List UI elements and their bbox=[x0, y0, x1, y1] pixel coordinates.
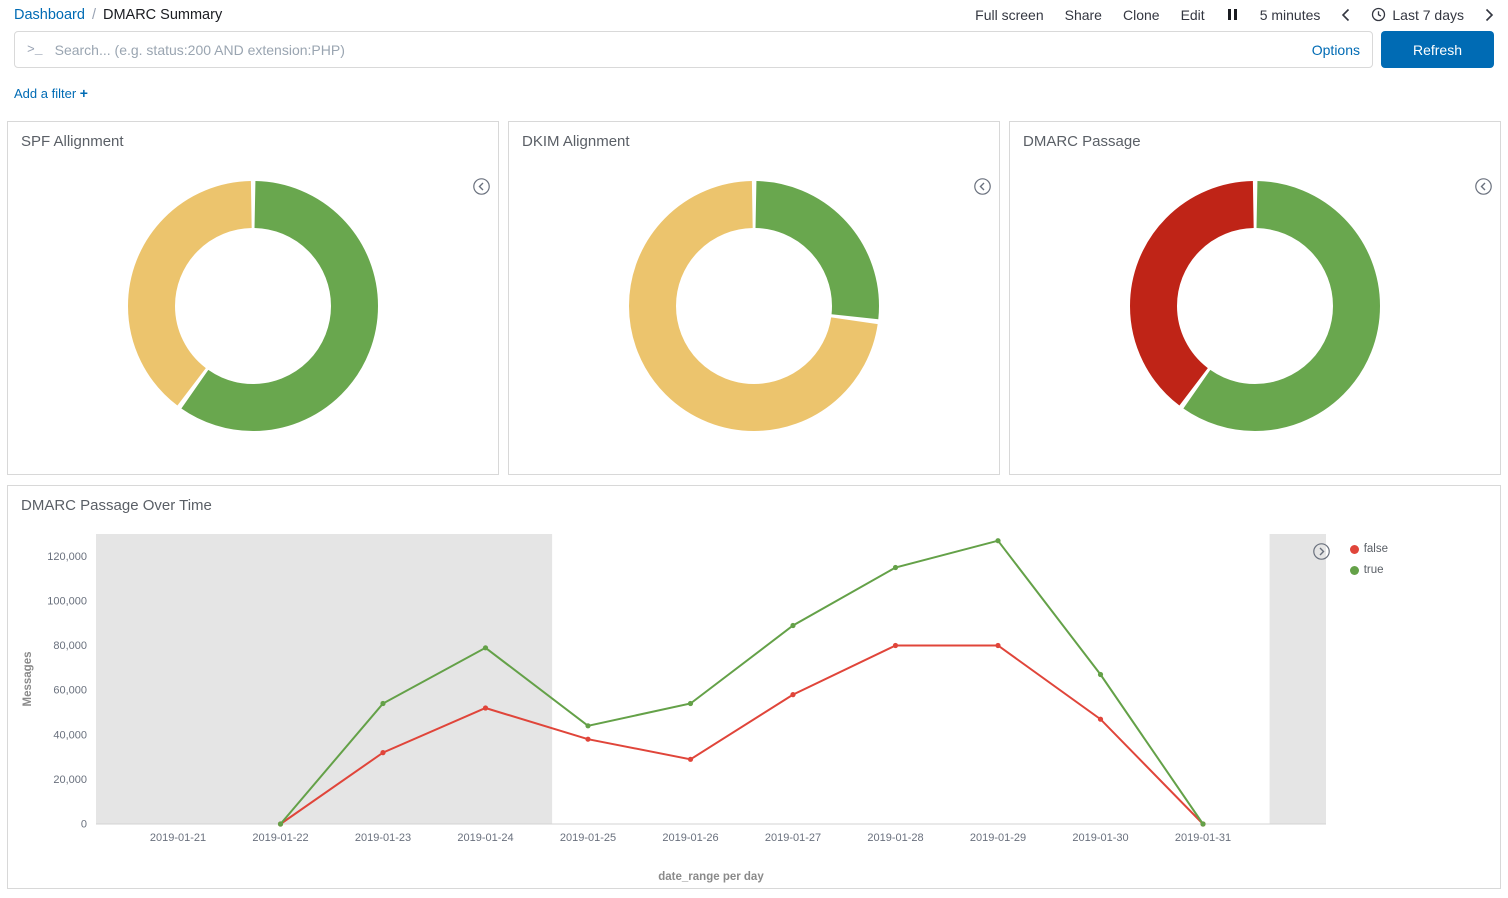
panel-dkim-alignment: DKIM Alignment bbox=[508, 121, 1000, 475]
refresh-interval-button[interactable]: 5 minutes bbox=[1260, 7, 1321, 23]
legend-dot-true bbox=[1350, 566, 1359, 575]
search-box: >_ Options bbox=[14, 31, 1373, 68]
dkim-alignment-donut-chart[interactable] bbox=[509, 176, 999, 436]
refresh-button[interactable]: Refresh bbox=[1381, 31, 1494, 68]
time-range-button[interactable]: Last 7 days bbox=[1371, 7, 1464, 23]
query-prompt-icon: >_ bbox=[27, 42, 43, 57]
legend-expand-icon[interactable] bbox=[1313, 543, 1330, 560]
svg-text:2019-01-21: 2019-01-21 bbox=[150, 832, 206, 844]
chart-legend: false true bbox=[1350, 543, 1388, 576]
dmarc-over-time-line-chart[interactable]: 0 20,000 40,000 60,000 80,000 100,000 120,000 2… bbox=[16, 526, 1500, 891]
full-screen-button[interactable]: Full screen bbox=[975, 7, 1043, 23]
panel-dmarc-passage-over-time: DMARC Passage Over Time 0 20,000 40,000 60,… bbox=[7, 485, 1501, 889]
plus-icon: + bbox=[80, 85, 88, 101]
svg-text:2019-01-24: 2019-01-24 bbox=[457, 832, 513, 844]
breadcrumb-separator: / bbox=[92, 7, 96, 23]
legend-dot-false bbox=[1350, 545, 1359, 554]
time-forward-icon[interactable] bbox=[1485, 8, 1494, 22]
panel-title-over-time: DMARC Passage Over Time bbox=[8, 486, 1500, 514]
topbar-actions: Full screen Share Clone Edit 5 minutes L… bbox=[975, 7, 1494, 23]
clone-button[interactable]: Clone bbox=[1123, 7, 1160, 23]
svg-text:120,000: 120,000 bbox=[47, 551, 87, 563]
breadcrumb-current: DMARC Summary bbox=[103, 7, 222, 23]
svg-text:2019-01-22: 2019-01-22 bbox=[252, 832, 308, 844]
svg-text:2019-01-30: 2019-01-30 bbox=[1072, 832, 1128, 844]
panel-spf-alignment: SPF Allignment bbox=[7, 121, 499, 475]
pause-icon[interactable] bbox=[1226, 9, 1239, 20]
donut-panels-row: SPF Allignment DKIM Alignment DMARC Pass… bbox=[0, 121, 1508, 475]
dmarc-passage-donut-chart[interactable] bbox=[1010, 176, 1500, 436]
legend-collapse-icon[interactable] bbox=[473, 178, 490, 195]
svg-text:2019-01-31: 2019-01-31 bbox=[1175, 832, 1231, 844]
clock-icon bbox=[1371, 7, 1386, 22]
legend-label-true: true bbox=[1364, 564, 1384, 576]
legend-item-true[interactable]: true bbox=[1350, 564, 1388, 576]
svg-text:2019-01-25: 2019-01-25 bbox=[560, 832, 616, 844]
share-button[interactable]: Share bbox=[1065, 7, 1102, 23]
svg-text:60,000: 60,000 bbox=[53, 685, 87, 697]
filter-bar: Add a filter + bbox=[0, 68, 1508, 101]
breadcrumb-dashboard-link[interactable]: Dashboard bbox=[14, 7, 85, 23]
search-input[interactable] bbox=[53, 41, 1302, 59]
top-nav-bar: Dashboard / DMARC Summary Full screen Sh… bbox=[0, 0, 1508, 27]
svg-text:date_range per day: date_range per day bbox=[658, 871, 764, 883]
svg-text:2019-01-26: 2019-01-26 bbox=[662, 832, 718, 844]
time-back-icon[interactable] bbox=[1341, 8, 1350, 22]
svg-text:80,000: 80,000 bbox=[53, 640, 87, 652]
edit-button[interactable]: Edit bbox=[1181, 7, 1205, 23]
svg-text:20,000: 20,000 bbox=[53, 774, 87, 786]
legend-item-false[interactable]: false bbox=[1350, 543, 1388, 555]
panel-dmarc-passage: DMARC Passage bbox=[1009, 121, 1501, 475]
time-range-label: Last 7 days bbox=[1392, 7, 1464, 23]
add-filter-link[interactable]: Add a filter + bbox=[14, 86, 88, 101]
svg-text:2019-01-27: 2019-01-27 bbox=[765, 832, 821, 844]
breadcrumb: Dashboard / DMARC Summary bbox=[14, 7, 222, 23]
svg-text:2019-01-28: 2019-01-28 bbox=[867, 832, 923, 844]
spf-alignment-donut-chart[interactable] bbox=[8, 176, 498, 436]
query-bar: >_ Options Refresh bbox=[0, 27, 1508, 68]
legend-label-false: false bbox=[1364, 543, 1388, 555]
svg-text:2019-01-23: 2019-01-23 bbox=[355, 832, 411, 844]
legend-collapse-icon[interactable] bbox=[974, 178, 991, 195]
panel-title-dkim: DKIM Alignment bbox=[509, 122, 999, 150]
svg-text:0: 0 bbox=[81, 819, 87, 831]
options-link[interactable]: Options bbox=[1312, 42, 1360, 58]
panel-title-dmarc: DMARC Passage bbox=[1010, 122, 1500, 150]
svg-text:Messages: Messages bbox=[22, 652, 34, 707]
add-filter-label: Add a filter bbox=[14, 86, 76, 101]
panel-title-spf: SPF Allignment bbox=[8, 122, 498, 150]
svg-text:2019-01-29: 2019-01-29 bbox=[970, 832, 1026, 844]
svg-text:100,000: 100,000 bbox=[47, 595, 87, 607]
svg-text:40,000: 40,000 bbox=[53, 729, 87, 741]
legend-collapse-icon[interactable] bbox=[1475, 178, 1492, 195]
